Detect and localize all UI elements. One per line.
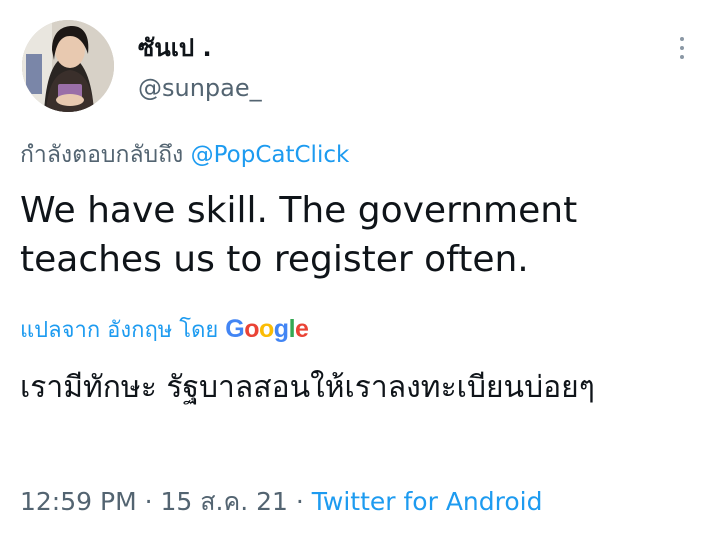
author-handle[interactable]: @sunpae_ — [138, 74, 262, 102]
replying-to-line: กำลังตอบกลับถึง @PopCatClick — [20, 137, 349, 173]
replying-to-link[interactable]: @PopCatClick — [191, 142, 350, 168]
translated-text: เรามีทักษะ รัฐบาลสอนให้เราลงทะเบียนบ่อยๆ — [20, 370, 595, 405]
translation-attribution[interactable]: แปลจาก อังกฤษ โดย Google — [20, 312, 309, 347]
replying-to-label: กำลังตอบกลับถึง — [20, 142, 184, 168]
tweet-text: We have skill. The government teaches us… — [20, 190, 578, 280]
tweet-time[interactable]: 12:59 PM — [20, 487, 137, 516]
tweet-source-link[interactable]: Twitter for Android — [312, 487, 543, 516]
avatar-photo — [22, 20, 114, 112]
tweet-meta: 12:59 PM · 15 ส.ค. 21 · Twitter for Andr… — [20, 482, 542, 522]
more-vertical-icon[interactable] — [672, 34, 692, 62]
meta-separator: · — [295, 487, 304, 516]
avatar[interactable] — [22, 20, 114, 112]
author-display-name[interactable]: ซันเป . — [138, 28, 212, 67]
tweet-date[interactable]: 15 ส.ค. 21 — [161, 487, 288, 516]
tweet-card: ซันเป . @sunpae_ กำลังตอบกลับถึง @PopCat… — [0, 0, 720, 536]
translation-label: แปลจาก อังกฤษ โดย — [20, 318, 219, 343]
google-logo: Google — [225, 315, 309, 343]
meta-separator: · — [144, 487, 153, 516]
